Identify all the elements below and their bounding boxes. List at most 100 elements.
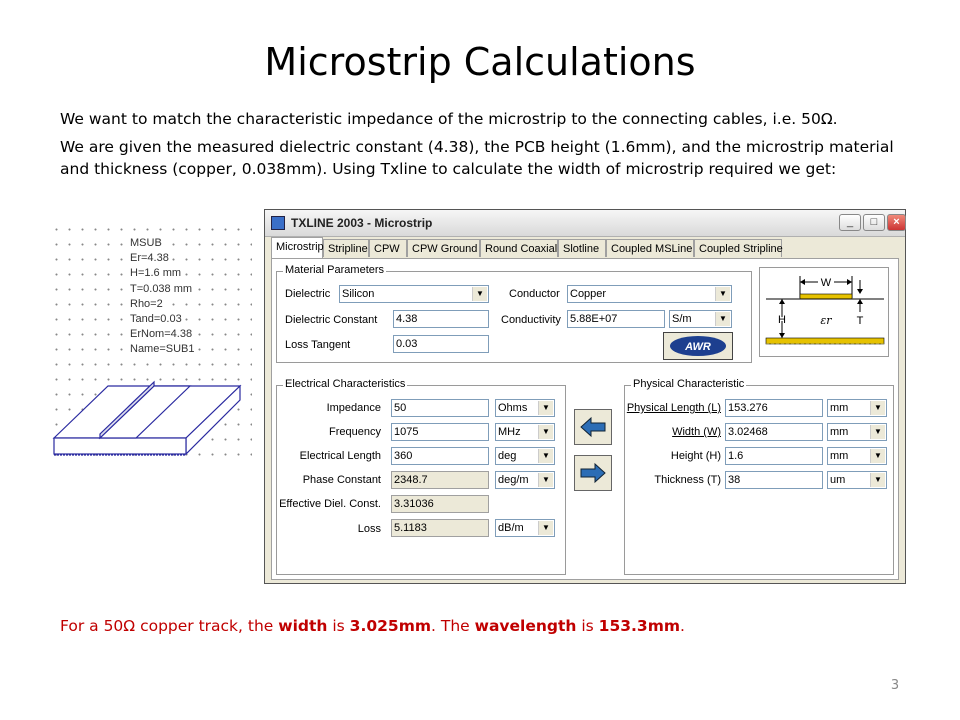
conclusion-part: . The [431, 617, 475, 635]
tab-microstrip[interactable]: Microstrip [271, 237, 324, 258]
group-title: Electrical Characteristics [283, 378, 408, 390]
conclusion-part: . [680, 617, 685, 635]
conclusion-part: For a 50Ω copper track, the [60, 617, 279, 635]
analyze-button[interactable] [574, 455, 612, 491]
height-unit-select[interactable]: mm ▼ [827, 447, 887, 465]
loss-unit-select[interactable]: dB/m ▼ [495, 519, 555, 537]
impedance-label: Impedance [326, 402, 381, 414]
chevron-down-icon: ▼ [715, 287, 730, 301]
thickness-input[interactable]: 38 [725, 471, 823, 489]
given-paragraph: We are given the measured dielectric con… [60, 138, 894, 178]
intro-paragraph: We want to match the characteristic impe… [60, 110, 838, 128]
height-input[interactable]: 1.6 [725, 447, 823, 465]
tab-stripline[interactable]: Stripline [323, 239, 369, 257]
thickness-unit-select[interactable]: um ▼ [827, 471, 887, 489]
group-title: Physical Characteristic [631, 378, 747, 390]
dielectric-label: Dielectric [285, 288, 331, 300]
electrical-length-label: Electrical Length [299, 450, 381, 462]
width-input[interactable]: 3.02468 [725, 423, 823, 441]
awr-logo[interactable]: AWR [663, 332, 733, 360]
chevron-down-icon: ▼ [870, 449, 885, 463]
height-symbol: H [778, 314, 786, 326]
txline-window: TXLINE 2003 - Microstrip _ □ × Microstri… [264, 209, 906, 584]
loss-label: Loss [357, 523, 381, 535]
tab-coupled-msline[interactable]: Coupled MSLine [606, 239, 694, 257]
frequency-input[interactable]: 1075 [391, 423, 489, 441]
conclusion-text: For a 50Ω copper track, the width is 3.0… [60, 617, 685, 635]
dielectric-value: Silicon [342, 288, 375, 300]
thickness-label: Thickness (T) [654, 474, 721, 486]
tab-cpw-ground[interactable]: CPW Ground [407, 239, 480, 257]
arrow-left-icon [580, 416, 606, 438]
impedance-unit: Ohms [498, 402, 528, 414]
physical-characteristic-group: Physical Characteristic Physical Length … [624, 378, 894, 575]
window-title: TXLINE 2003 - Microstrip [291, 216, 433, 230]
msub-line: H=1.6 mm [130, 266, 184, 282]
dielectric-constant-input[interactable]: 4.38 [393, 310, 489, 328]
tab-coupled-stripline[interactable]: Coupled Stripline [694, 239, 783, 257]
impedance-unit-select[interactable]: Ohms ▼ [495, 399, 555, 417]
chevron-down-icon: ▼ [870, 425, 885, 439]
chevron-down-icon: ▼ [538, 449, 553, 463]
synthesize-button[interactable] [574, 409, 612, 445]
chevron-down-icon: ▼ [538, 521, 553, 535]
tab-slotline[interactable]: Slotline [558, 239, 606, 257]
group-title: Material Parameters [283, 264, 387, 276]
chevron-down-icon: ▼ [715, 312, 730, 326]
chevron-down-icon: ▼ [870, 401, 885, 415]
tab-cpw[interactable]: CPW [369, 239, 407, 257]
material-parameters-group: Material Parameters Dielectric Silicon ▼… [276, 264, 752, 363]
electrical-length-unit-select[interactable]: deg ▼ [495, 447, 555, 465]
height-label: Height (H) [670, 450, 721, 462]
physical-length-input[interactable]: 153.276 [725, 399, 823, 417]
loss-tangent-label: Loss Tangent [285, 339, 351, 351]
conductivity-unit-select[interactable]: S/m ▼ [669, 310, 732, 328]
msub-line: Rho=2 [130, 296, 165, 313]
dielectric-constant-label: Dielectric Constant [285, 314, 378, 326]
title-bar[interactable]: TXLINE 2003 - Microstrip _ □ × [265, 210, 906, 237]
cross-section-drawing: W H H εr T [765, 276, 885, 345]
effective-diel-const-output: 3.31036 [391, 495, 489, 513]
msub-line: Tand=0.03 [130, 312, 184, 328]
msub-parameters: MSUB Er=4.38 H=1.6 mm T=0.038 mm Rho=2 T… [130, 236, 197, 358]
physical-length-label: Physical Length (L) [626, 402, 721, 414]
conductor-select[interactable]: Copper ▼ [567, 285, 732, 303]
loss-tangent-input[interactable]: 0.03 [393, 335, 489, 353]
conductor-label: Conductor [509, 288, 560, 300]
conductivity-label: Conductivity [501, 314, 561, 326]
physical-length-unit: mm [830, 402, 849, 414]
conductivity-input[interactable]: 5.88E+07 [567, 310, 665, 328]
electrical-length-input[interactable]: 360 [391, 447, 489, 465]
conclusion-part: is [576, 617, 599, 635]
tab-round-coaxial[interactable]: Round Coaxial [480, 239, 558, 257]
maximize-button[interactable]: □ [863, 214, 885, 231]
impedance-input[interactable]: 50 [391, 399, 489, 417]
effective-diel-const-label: Effective Diel. Const. [279, 498, 381, 510]
frequency-label: Frequency [329, 426, 381, 438]
msub-line: T=0.038 mm [130, 281, 195, 297]
frequency-unit-select[interactable]: MHz ▼ [495, 423, 555, 441]
awr-logo-icon: AWR [670, 336, 726, 356]
awr-logo-text: AWR [684, 341, 711, 353]
width-unit-select[interactable]: mm ▼ [827, 423, 887, 441]
physical-length-unit-select[interactable]: mm ▼ [827, 399, 887, 417]
frequency-unit: MHz [498, 426, 521, 438]
msub-line: ErNom=4.38 [130, 327, 195, 343]
phase-constant-label: Phase Constant [302, 474, 381, 486]
msub-line: MSUB [130, 236, 164, 252]
loss-output: 5.1183 [391, 519, 489, 537]
chevron-down-icon: ▼ [538, 401, 553, 415]
chevron-down-icon: ▼ [538, 473, 553, 487]
dielectric-select[interactable]: Silicon ▼ [339, 285, 489, 303]
microstrip-cross-section: W H H εr T [759, 267, 889, 357]
phase-constant-unit: deg/m [498, 474, 529, 486]
conclusion-wavelength-value: 153.3mm [598, 617, 681, 635]
conclusion-width-label: width [278, 617, 328, 635]
phase-constant-unit-select[interactable]: deg/m ▼ [495, 471, 555, 489]
width-unit: mm [830, 426, 849, 438]
substrate-drawing [52, 380, 242, 456]
close-button[interactable]: × [887, 214, 906, 231]
minimize-button[interactable]: _ [839, 214, 861, 231]
msub-schematic: MSUB Er=4.38 H=1.6 mm T=0.038 mm Rho=2 T… [50, 222, 252, 462]
electrical-length-unit: deg [498, 450, 517, 462]
